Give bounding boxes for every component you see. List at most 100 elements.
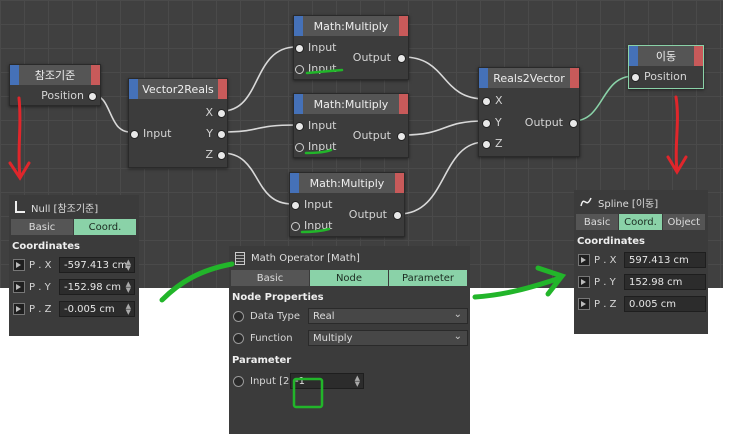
- port-label-z: Z: [205, 148, 213, 161]
- node-header[interactable]: Math:Multiply: [294, 16, 408, 36]
- port-label-output: Output: [348, 208, 387, 221]
- field-value: 0.005 cm: [629, 298, 677, 310]
- tab-node[interactable]: Node: [310, 270, 389, 286]
- function-row: Function Multiply ⌄: [229, 327, 470, 349]
- input2-field[interactable]: -1 ▲ ▼: [290, 373, 364, 389]
- py-field[interactable]: -152.98 cm ▲ ▼: [59, 279, 135, 295]
- port-label-x: X: [205, 106, 213, 119]
- stepper-icon[interactable]: ▲ ▼: [126, 303, 131, 316]
- section-parameter: Parameter: [232, 355, 292, 366]
- stepper-icon[interactable]: ▲ ▼: [126, 259, 131, 272]
- node-vector2reals[interactable]: Vector2Reals Input X Y Z: [128, 78, 228, 168]
- node-reference[interactable]: 참조기준 Position: [9, 64, 101, 106]
- function-label: Function: [250, 332, 293, 344]
- coord-row-py: P . Y 152.98 cm: [574, 271, 708, 293]
- port-input1-in[interactable]: [291, 201, 300, 210]
- tab-basic[interactable]: Basic: [576, 214, 620, 230]
- datatype-radio[interactable]: [233, 310, 244, 322]
- port-z-in[interactable]: [482, 140, 491, 149]
- node-math-multiply-1[interactable]: Math:Multiply Input Input Output: [293, 15, 409, 80]
- node-title: Math:Multiply: [313, 97, 389, 111]
- function-select[interactable]: Multiply ⌄: [308, 330, 468, 346]
- node-title: 이동: [655, 50, 677, 63]
- stepper-icon[interactable]: ▲ ▼: [355, 375, 360, 388]
- tab-coord[interactable]: Coord.: [619, 214, 663, 230]
- datatype-label: Data Type: [250, 310, 301, 322]
- tab-bar: Basic Coord. Object: [576, 214, 706, 230]
- tab-object[interactable]: Object: [662, 214, 706, 230]
- coord-row-pz: P . Z 0.005 cm: [574, 293, 708, 315]
- pz-field[interactable]: 0.005 cm: [624, 296, 706, 312]
- port-position-in[interactable]: [631, 73, 640, 82]
- port-label-position: Position: [41, 89, 84, 102]
- port-y-in[interactable]: [482, 119, 491, 128]
- coord-label: P . Y: [594, 276, 616, 288]
- field-value: -152.98 cm: [64, 281, 122, 293]
- stepper-icon[interactable]: ▲ ▼: [126, 281, 131, 294]
- animate-toggle-icon[interactable]: [578, 298, 590, 310]
- coord-label: P . Z: [29, 303, 52, 315]
- port-input2-in[interactable]: [295, 65, 304, 74]
- port-output-out[interactable]: [397, 54, 406, 63]
- port-output-out[interactable]: [393, 211, 402, 220]
- input2-radio[interactable]: [233, 375, 244, 387]
- animate-toggle-icon[interactable]: [578, 254, 590, 266]
- math-operator-panel: Math Operator [Math] Basic Node Paramete…: [229, 246, 470, 434]
- wire-mul3-to-z: [398, 141, 486, 215]
- px-field[interactable]: 597.413 cm: [624, 252, 706, 268]
- node-reals2vector[interactable]: Reals2Vector X Y Z Output: [478, 67, 580, 157]
- select-value: Multiply: [313, 332, 353, 344]
- port-input2-in[interactable]: [295, 143, 304, 152]
- input2-label: Input [2: [250, 375, 290, 387]
- port-z-out[interactable]: [217, 151, 226, 160]
- port-input2-in[interactable]: [291, 222, 300, 231]
- py-field[interactable]: 152.98 cm: [624, 274, 706, 290]
- coord-row-py: P . Y -152.98 cm ▲ ▼: [9, 276, 139, 298]
- animate-toggle-icon[interactable]: [13, 281, 25, 293]
- port-output-out[interactable]: [569, 119, 578, 128]
- wire-z-to-mul3: [221, 152, 293, 205]
- port-label-input2: Input: [308, 140, 337, 153]
- node-math-multiply-2[interactable]: Math:Multiply Input Input Output: [293, 93, 409, 158]
- datatype-select[interactable]: Real ⌄: [308, 308, 468, 324]
- tab-parameter[interactable]: Parameter: [389, 270, 468, 286]
- panel-title-bar: Null [참조기준]: [9, 195, 139, 219]
- wire-mul1-to-x: [402, 56, 486, 100]
- port-x-out[interactable]: [217, 109, 226, 118]
- node-header[interactable]: 참조기준: [10, 65, 100, 85]
- port-output-out[interactable]: [397, 132, 406, 141]
- node-header[interactable]: Reals2Vector: [479, 68, 579, 88]
- function-radio[interactable]: [233, 332, 244, 344]
- tab-bar: Basic Node Parameter: [231, 270, 468, 286]
- node-move[interactable]: 이동 Position: [628, 45, 704, 89]
- chevron-down-icon: ⌄: [453, 331, 462, 342]
- node-math-multiply-3[interactable]: Math:Multiply Input Input Output: [289, 172, 405, 237]
- port-x-in[interactable]: [482, 97, 491, 106]
- wire-y-to-mul2: [221, 124, 297, 133]
- pz-field[interactable]: -0.005 cm ▲ ▼: [59, 301, 135, 317]
- node-header[interactable]: 이동: [629, 46, 703, 66]
- tab-coord[interactable]: Coord.: [74, 219, 137, 235]
- port-y-out[interactable]: [217, 130, 226, 139]
- animate-toggle-icon[interactable]: [13, 259, 25, 271]
- wire-mul2-to-y: [402, 120, 486, 136]
- port-label-x: X: [495, 94, 503, 107]
- px-field[interactable]: -597.413 cm ▲ ▼: [59, 257, 135, 273]
- port-input1-in[interactable]: [295, 44, 304, 53]
- tab-basic[interactable]: Basic: [11, 219, 74, 235]
- port-label-input1: Input: [308, 41, 337, 54]
- port-label-output: Output: [352, 129, 391, 142]
- animate-toggle-icon[interactable]: [578, 276, 590, 288]
- node-header[interactable]: Math:Multiply: [290, 173, 404, 193]
- port-position-out[interactable]: [88, 92, 97, 101]
- port-input-in[interactable]: [130, 130, 139, 139]
- port-label-input1: Input: [304, 198, 333, 211]
- animate-toggle-icon[interactable]: [13, 303, 25, 315]
- node-header[interactable]: Math:Multiply: [294, 94, 408, 114]
- tab-basic[interactable]: Basic: [231, 270, 310, 286]
- node-header[interactable]: Vector2Reals: [129, 79, 227, 99]
- panel-title: Math Operator [Math]: [251, 252, 360, 264]
- coord-row-pz: P . Z -0.005 cm ▲ ▼: [9, 298, 139, 320]
- port-input1-in[interactable]: [295, 122, 304, 131]
- port-label-z: Z: [495, 137, 503, 150]
